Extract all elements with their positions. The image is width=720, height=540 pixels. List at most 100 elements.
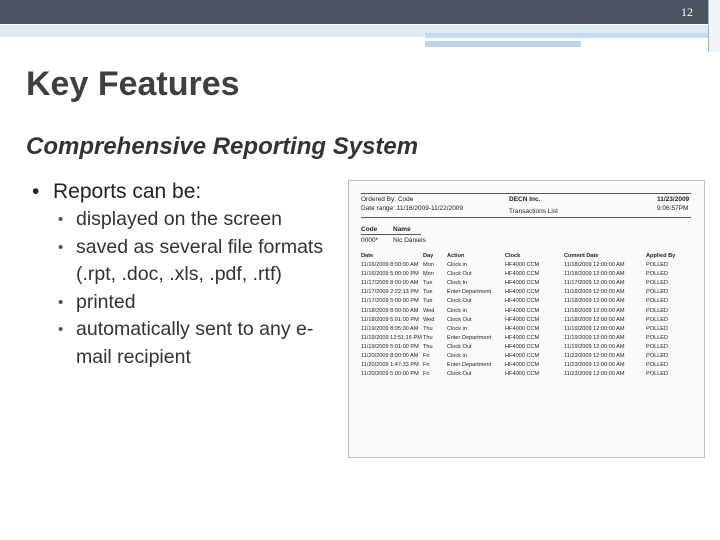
report-cell: POLLED xyxy=(646,371,669,378)
report-cell: HF4000 CCM xyxy=(505,271,540,278)
report-row: 11/16/2009 8:00:00 AM Mon Clock in HF4000 C… xyxy=(361,262,691,271)
report-cell: Fri xyxy=(423,362,430,369)
report-header-row: Date Day Action Clock Commit Date Applie… xyxy=(361,253,691,262)
sub-bullet-list: displayed on the screen saved as several… xyxy=(58,206,342,371)
report-cell: POLLED xyxy=(646,289,669,296)
report-cell: HF4000 CCM xyxy=(505,280,540,287)
report-cell: Clock Out xyxy=(447,271,472,278)
report-cell: 11/20/2009 8:00:00 AM xyxy=(361,353,419,360)
report-rule xyxy=(361,234,421,235)
report-cell: 11/18/2009 12:00:00 AM xyxy=(564,307,625,314)
slide-title: Key Features xyxy=(26,65,240,103)
report-cell: HF4000 CCM xyxy=(505,325,540,332)
report-cell: POLLED xyxy=(646,353,669,360)
bullet-text: Reports can be: xyxy=(53,180,202,203)
report-cell: 11/16/2009 5:00:00 PM xyxy=(361,271,419,278)
report-cell: 11/17/2009 12:00:00 AM xyxy=(564,280,625,287)
report-cell: Clock Out xyxy=(447,298,472,305)
report-header-cell: Day xyxy=(423,253,434,259)
report-col-name: Name xyxy=(393,226,411,233)
report-row: 11/18/2009 5:01:00 PM Wed Clock Out HF4000 … xyxy=(361,317,691,326)
report-cell: HF4000 CCM xyxy=(505,353,540,360)
report-cell: Clock Out xyxy=(447,316,472,323)
report-cell: 11/19/2009 8:05:00 AM xyxy=(361,325,419,332)
report-cell: Mon xyxy=(423,262,434,269)
report-cell: Clock in xyxy=(447,307,467,314)
report-cell: 11/19/2009 12:00:00 AM xyxy=(564,343,625,350)
report-ordered-by: Ordered By: Code xyxy=(361,196,414,203)
report-row: 11/20/2009 5:00:00 PM Fri Clock Out HF4000 … xyxy=(361,371,691,380)
report-cell: POLLED xyxy=(646,307,669,314)
report-date: 11/23/2009 xyxy=(657,196,690,203)
report-cell: 11/20/2009 1:47:33 PM xyxy=(361,362,419,369)
report-col-code: Code xyxy=(361,226,378,233)
report-cell: 11/17/2009 8:00:00 AM xyxy=(361,280,419,287)
report-cell: HF4000 CCM xyxy=(505,289,540,296)
report-cell: 11/16/2009 8:00:00 AM xyxy=(361,262,419,269)
report-cell: POLLED xyxy=(646,298,669,305)
report-cell: 11/18/2009 12:00:00 AM xyxy=(564,298,625,305)
report-cell: Clock In xyxy=(447,280,468,287)
report-cell: 11/18/2009 8:00:00 AM xyxy=(361,307,419,314)
report-table: Date Day Action Clock Commit Date Applie… xyxy=(361,253,691,380)
report-header-cell: Action xyxy=(447,253,465,259)
report-cell: Tue xyxy=(423,289,433,296)
sub-bullet-item: saved as several file formats (.rpt, .do… xyxy=(58,234,342,289)
report-cell: Clock Out xyxy=(447,371,472,378)
report-cell: Wed xyxy=(423,316,435,323)
sub-bullet-item: automatically sent to any e-mail recipie… xyxy=(58,316,342,371)
report-row: 11/20/2009 1:47:33 PM Fri Enter Department… xyxy=(361,362,691,371)
report-cell: HF4000 CCM xyxy=(505,343,540,350)
report-cell: HF4000 CCM xyxy=(505,362,540,369)
report-row: 11/16/2009 5:00:00 PM Mon Clock Out HF4000 … xyxy=(361,271,691,280)
report-cell: 11/18/2009 12:00:00 AM xyxy=(564,316,625,323)
report-header-cell: Applied By xyxy=(646,253,676,259)
report-cell: Fri xyxy=(423,353,430,360)
report-cell: 11/19/2009 12:51:16 PM xyxy=(361,334,422,341)
report-cell: POLLED xyxy=(646,280,669,287)
report-cell: HF4000 CCM xyxy=(505,371,540,378)
report-cell: POLLED xyxy=(646,334,669,341)
report-cell: Clock in xyxy=(447,325,467,332)
report-title: Transactions List xyxy=(509,208,558,215)
report-cell: 11/23/2009 12:00:00 AM xyxy=(564,353,625,360)
report-cell: Clock in xyxy=(447,262,467,269)
report-cell: Enter Department xyxy=(447,334,492,341)
report-cell: Thu xyxy=(423,334,433,341)
header-decoration-stripe xyxy=(425,33,720,38)
page-number: 12 xyxy=(681,5,693,19)
report-cell: Fri xyxy=(423,371,430,378)
report-cell: Tue xyxy=(423,280,433,287)
bullet-list: • Reports can be: displayed on the screen… xyxy=(32,178,342,371)
report-header-cell: Clock xyxy=(505,253,521,259)
report-cell: 11/19/2009 12:00:00 AM xyxy=(564,334,625,341)
slide-subtitle: Comprehensive Reporting System xyxy=(26,133,419,160)
report-cell: 11/18/2009 12:00:00 AM xyxy=(564,289,625,296)
report-employee-name: Nic Daniels xyxy=(393,237,426,244)
report-cell: Tue xyxy=(423,298,433,305)
report-row: 11/19/2009 12:51:16 PM Thu Enter Departmen… xyxy=(361,335,691,344)
report-row: 11/19/2009 8:05:00 AM Thu Clock in HF4000 C… xyxy=(361,326,691,335)
report-row: 11/19/2009 5:01:00 PM Thu Clock Out HF4000 … xyxy=(361,344,691,353)
report-cell: HF4000 CCM xyxy=(505,316,540,323)
sub-bullet-item: printed xyxy=(58,289,342,317)
report-rows: 11/16/2009 8:00:00 AM Mon Clock in HF4000 C… xyxy=(361,262,691,380)
report-cell: POLLED xyxy=(646,316,669,323)
report-cell: 11/18/2009 12:00:00 AM xyxy=(564,271,625,278)
report-cell: POLLED xyxy=(646,362,669,369)
report-cell: POLLED xyxy=(646,325,669,332)
report-time: 9:06:57PM xyxy=(657,205,689,212)
report-cell: 11/18/2009 5:01:00 PM xyxy=(361,316,419,323)
report-cell: 11/18/2009 12:00:00 AM xyxy=(564,262,625,269)
report-header-cell: Commit Date xyxy=(564,253,599,259)
report-row: 11/17/2009 5:00:00 PM Tue Clock Out HF4000 … xyxy=(361,298,691,307)
slide-top-bar: 12 xyxy=(0,0,720,24)
report-row: 11/17/2009 2:22:13 PM Tue Enter Department… xyxy=(361,289,691,298)
report-cell: HF4000 CCM xyxy=(505,307,540,314)
report-cell: POLLED xyxy=(646,271,669,278)
report-rule xyxy=(361,193,691,194)
header-corner-accent xyxy=(708,0,720,52)
report-company: DECN Inc. xyxy=(509,196,541,203)
report-cell: Thu xyxy=(423,343,433,350)
report-employee-code: 0000* xyxy=(361,237,378,244)
